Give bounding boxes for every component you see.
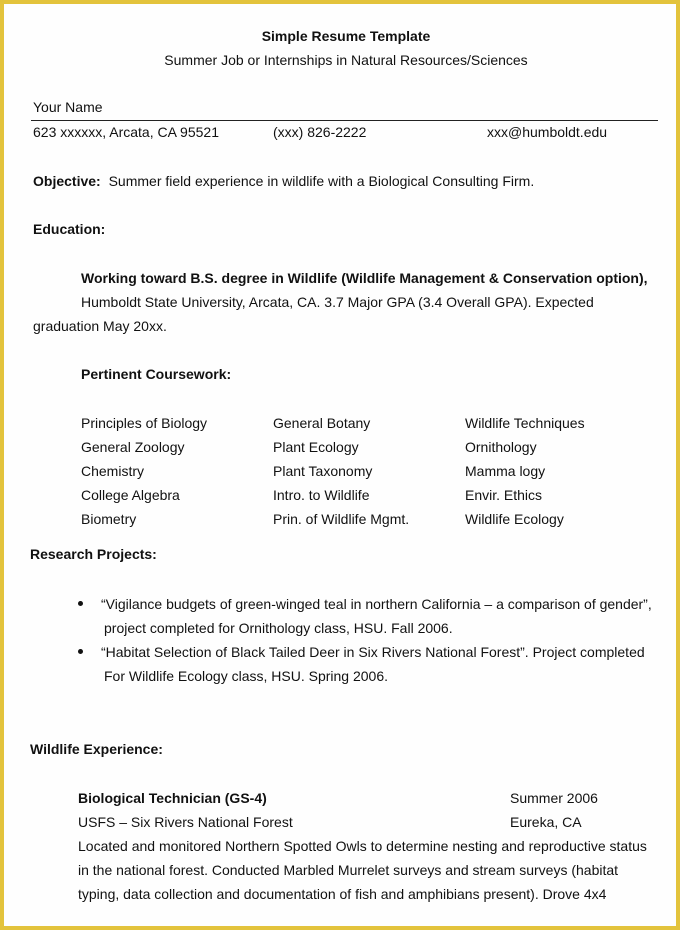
bullet-icon (78, 649, 83, 654)
objective-label: Objective: (33, 173, 101, 189)
resume-page: Simple Resume Template Summer Job or Int… (4, 4, 676, 926)
experience-heading: Wildlife Experience: (30, 741, 163, 757)
contact-name: Your Name (33, 99, 103, 115)
course-item: Prin. of Wildlife Mgmt. (273, 511, 410, 527)
course-item: Biometry (81, 511, 137, 527)
coursework-heading: Pertinent Coursework: (81, 366, 232, 382)
education-details-line1: Humboldt State University, Arcata, CA. 3… (81, 294, 594, 310)
job-title: Biological Technician (GS-4) (78, 790, 267, 806)
research-item-line1: “Vigilance budgets of green-winged teal … (101, 596, 652, 612)
contact-address: 623 xxxxxx, Arcata, CA 95521 (33, 124, 219, 140)
research-heading: Research Projects: (30, 546, 157, 562)
course-item: Wildlife Techniques (465, 415, 585, 431)
document-subtitle: Summer Job or Internships in Natural Res… (164, 52, 528, 68)
objective-text: Summer field experience in wildlife with… (108, 173, 535, 189)
course-item: Principles of Biology (81, 415, 208, 431)
job-employer: USFS – Six Rivers National Forest (78, 814, 293, 830)
course-item: General Botany (273, 415, 371, 431)
course-item: Plant Ecology (273, 439, 359, 455)
job-description-line: in the national forest. Conducted Marble… (78, 862, 619, 878)
job-date: Summer 2006 (510, 790, 598, 806)
course-item: Intro. to Wildlife (273, 487, 370, 503)
course-item: Chemistry (81, 463, 145, 479)
contact-email: xxx@humboldt.edu (487, 124, 608, 140)
header-divider (31, 120, 658, 121)
job-description-line: typing, data collection and documentatio… (78, 886, 607, 902)
course-item: Plant Taxonomy (273, 463, 373, 479)
job-description-line: Located and monitored Northern Spotted O… (78, 838, 647, 854)
objective-section: Objective: Summer field experience in wi… (33, 172, 534, 190)
research-item-line2: For Wildlife Ecology class, HSU. Spring … (104, 668, 388, 684)
document-title: Simple Resume Template (261, 28, 431, 44)
research-item-line1: “Habitat Selection of Black Tailed Deer … (101, 644, 645, 660)
course-item: Ornithology (465, 439, 537, 455)
education-details-line2: graduation May 20xx. (33, 318, 167, 334)
education-heading: Education: (33, 221, 106, 237)
course-item: Wildlife Ecology (465, 511, 564, 527)
bullet-icon (78, 601, 83, 606)
course-item: Envir. Ethics (465, 487, 543, 503)
research-item-line2: project completed for Ornithology class,… (104, 620, 453, 636)
education-degree: Working toward B.S. degree in Wildlife (… (81, 270, 648, 286)
contact-phone: (xxx) 826-2222 (273, 124, 367, 140)
course-item: General Zoology (81, 439, 185, 455)
course-item: Mamma logy (465, 463, 546, 479)
course-item: College Algebra (81, 487, 180, 503)
job-location: Eureka, CA (510, 814, 582, 830)
